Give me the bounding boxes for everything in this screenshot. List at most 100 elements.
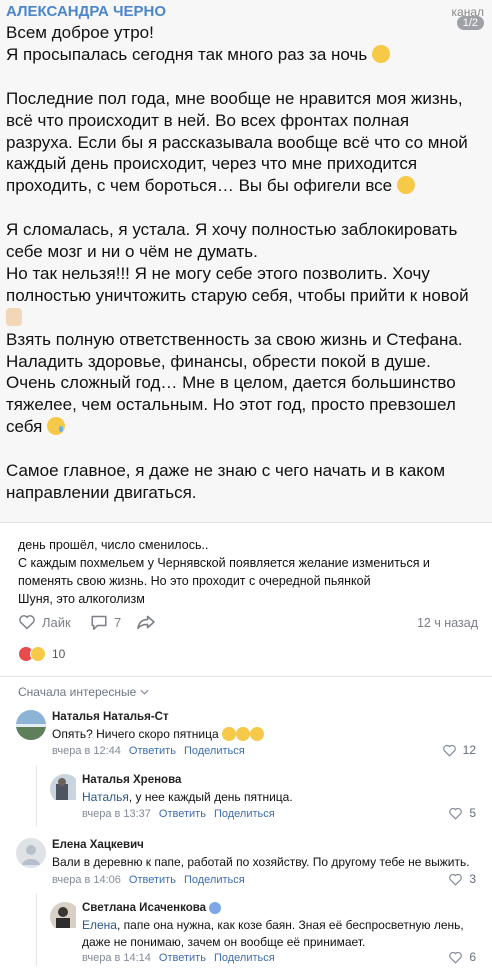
image-line-blank xyxy=(6,438,484,460)
thread-line xyxy=(36,894,37,966)
reply-button[interactable]: Ответить xyxy=(129,745,176,757)
rolling-laughing-emoji-icon xyxy=(235,727,250,741)
comment-text: Наталья, у нее каждый день пятница. xyxy=(82,790,293,804)
image-line: направлении двигаться. xyxy=(6,482,197,502)
rolling-laughing-emoji-icon xyxy=(221,727,236,741)
image-line: всё что происходит в ней. Во всех фронта… xyxy=(6,110,410,130)
reactions-count: 10 xyxy=(52,647,66,661)
comment-like-button[interactable]: 12 xyxy=(442,743,476,757)
comment-meta: вчера в 14:14 Ответить Поделиться xyxy=(82,952,275,964)
heart-icon xyxy=(449,951,463,964)
exploding-head-emoji-icon xyxy=(396,176,415,195)
heart-icon xyxy=(449,807,463,820)
image-line-blank xyxy=(6,66,484,88)
comments-button[interactable]: 7 xyxy=(90,614,121,631)
praying-hands-emoji-icon xyxy=(6,307,22,326)
comment-likes: 12 xyxy=(462,743,476,757)
mention-link[interactable]: Наталья xyxy=(82,790,129,804)
default-avatar-icon xyxy=(16,838,46,868)
caption-line: С каждым похмельем у Чернявской появляет… xyxy=(18,556,430,570)
share-comment-button[interactable]: Поделиться xyxy=(214,808,275,820)
caption-line: день прошёл, число сменилось.. xyxy=(18,538,209,552)
reply-button[interactable]: Ответить xyxy=(159,808,206,820)
like-button[interactable]: Лайк xyxy=(18,614,71,630)
post-image: АЛЕКСАНДРА ЧЕРНО канал 1/2 Всем доброе у… xyxy=(0,0,492,523)
comment-meta: вчера в 14:06 Ответить Поделиться xyxy=(52,874,245,886)
image-line: проходить, с чем бороться… Вы бы офигели… xyxy=(6,175,484,197)
heart-icon xyxy=(442,744,456,757)
post-time: 12 ч назад xyxy=(416,616,478,630)
comment-author[interactable]: Наталья Наталья-Ст xyxy=(52,711,169,723)
divider xyxy=(0,676,492,677)
comment-author[interactable]: Наталья Хренова xyxy=(82,774,181,786)
thread-line xyxy=(36,766,37,826)
image-line: каждый день происходит, через что мне пр… xyxy=(6,154,418,174)
chevron-down-icon xyxy=(140,689,149,695)
image-author-name: АЛЕКСАНДРА ЧЕРНО xyxy=(6,3,167,20)
image-line: Последние пол года, мне вообще не нравит… xyxy=(6,88,463,108)
comment-time: вчера в 14:06 xyxy=(52,874,121,886)
image-line: тяжелее, чем остальным. Но этот год, про… xyxy=(6,395,456,415)
image-line: Очень сложный год… Мне в целом, дается б… xyxy=(6,373,456,393)
image-line: разруха. Если бы я рассказывала вообще в… xyxy=(6,132,468,152)
image-line: Самое главное, я даже не знаю с чего нач… xyxy=(6,461,446,481)
share-comment-button[interactable]: Поделиться xyxy=(184,874,245,886)
post-caption: день прошёл, число сменилось.. С каждым … xyxy=(18,536,478,608)
share-comment-button[interactable]: Поделиться xyxy=(184,745,245,757)
avatar[interactable] xyxy=(50,774,80,804)
caption-line: поменять свою жизнь. Но это проходит с о… xyxy=(18,574,371,588)
heart-icon xyxy=(449,873,463,886)
comment-author[interactable]: Светлана Исаченкова xyxy=(82,902,222,914)
image-line: Я просыпалась сегодня так много раз за н… xyxy=(6,44,484,66)
caption-line: Шуня, это алкоголизм xyxy=(18,592,145,606)
avatar-photo xyxy=(50,902,76,928)
sort-label: Сначала интересные xyxy=(18,685,137,699)
post-actions: Лайк 7 12 ч назад xyxy=(18,614,478,634)
avatar[interactable] xyxy=(16,710,46,740)
avatar[interactable] xyxy=(50,902,80,932)
comment-text: Вали в деревню к папе, работай по хозяйс… xyxy=(52,855,470,869)
comment-meta: вчера в 13:37 Ответить Поделиться xyxy=(82,808,275,820)
image-line-blank xyxy=(6,197,484,219)
comments-sort-dropdown[interactable]: Сначала интересные xyxy=(18,685,149,699)
avatar-photo xyxy=(16,710,46,740)
comment-likes: 3 xyxy=(469,872,476,886)
image-line: Но так нельзя!!! Я не могу себе этого по… xyxy=(6,263,430,283)
comment-time: вчера в 13:37 xyxy=(82,808,151,820)
comment-text: Опять? Ничего скоро пятница xyxy=(52,726,452,743)
reactions-summary[interactable]: 10 xyxy=(18,646,65,662)
image-line: себя xyxy=(6,416,484,438)
image-line: себе мозг и ни о чём не думать. xyxy=(6,242,258,262)
comment-like-button[interactable]: 5 xyxy=(448,806,476,820)
reply-button[interactable]: Ответить xyxy=(159,952,206,964)
comment-like-button[interactable]: 3 xyxy=(448,872,476,886)
reply-button[interactable]: Ответить xyxy=(129,874,176,886)
comment-icon xyxy=(91,615,107,630)
comment-meta: вчера в 12:44 Ответить Поделиться xyxy=(52,745,245,757)
rolling-laughing-emoji-icon xyxy=(249,727,264,741)
image-line: полностью уничтожить старую себя, чтобы … xyxy=(6,285,469,305)
image-line: Всем доброе утро! xyxy=(6,23,154,42)
badge-emoji-icon xyxy=(209,902,222,914)
mention-link[interactable]: Елена xyxy=(82,918,117,932)
image-line xyxy=(6,307,484,329)
avatar[interactable] xyxy=(16,838,46,868)
image-line: Наладить здоровье, финансы, обрести поко… xyxy=(6,351,431,371)
comment-time: вчера в 14:14 xyxy=(82,952,151,964)
comments-count: 7 xyxy=(114,615,122,630)
laughing-reaction-icon xyxy=(30,646,46,662)
share-comment-button[interactable]: Поделиться xyxy=(214,952,275,964)
image-post-text: Всем доброе утро! Я просыпалась сегодня … xyxy=(6,22,484,504)
rolling-eyes-emoji-icon xyxy=(371,44,390,63)
avatar-photo xyxy=(50,774,76,800)
share-arrow-icon xyxy=(137,615,155,630)
image-line: Я сломалась, я устала. Я хочу полностью … xyxy=(6,220,458,240)
comment-author[interactable]: Елена Хацкевич xyxy=(52,839,144,851)
comment-like-button[interactable]: 6 xyxy=(448,950,476,964)
heart-icon xyxy=(19,615,35,630)
crying-face-emoji-icon xyxy=(47,417,66,436)
share-button[interactable] xyxy=(136,614,156,630)
comment-time: вчера в 12:44 xyxy=(52,745,121,757)
comment-likes: 6 xyxy=(469,950,476,964)
comment-text: Елена, папе она нужна, как козе баян. Зн… xyxy=(82,918,464,949)
